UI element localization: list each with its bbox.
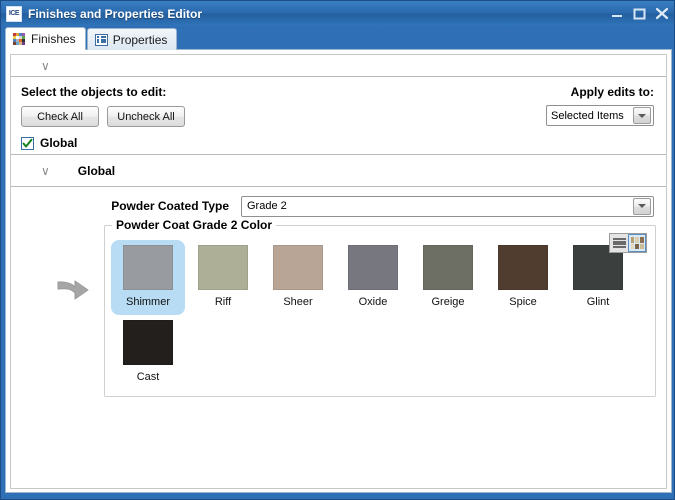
swatch-shimmer[interactable]: Shimmer	[111, 240, 185, 315]
global-group-title: Global	[77, 163, 116, 178]
color-swatch-grid: Shimmer Riff Sheer Oxide Greige Spice Gl…	[111, 240, 645, 390]
color-grid-icon	[13, 33, 26, 45]
apply-edits-dropdown[interactable]: Selected Items	[546, 105, 654, 126]
editor-panel: ∨ Select the objects to edit: Check All …	[10, 54, 667, 489]
swatch-chip-sheer[interactable]	[273, 245, 323, 290]
swatch-label-greige: Greige	[431, 296, 465, 308]
swatch-chip-spice[interactable]	[498, 245, 548, 290]
powder-coated-type-row: Powder Coated Type Grade 2	[11, 191, 666, 221]
application-window: ICE Finishes and Properties Editor Finis…	[0, 0, 675, 500]
swatch-label-spice: Spice	[509, 296, 537, 308]
swatch-chip-cast[interactable]	[123, 320, 173, 365]
window-controls	[611, 1, 669, 26]
tab-properties-label: Properties	[112, 32, 168, 47]
swatch-cast[interactable]: Cast	[111, 315, 185, 390]
title-bar: ICE Finishes and Properties Editor	[1, 1, 674, 26]
swatch-label-riff: Riff	[214, 296, 232, 308]
apply-edits-value: Selected Items	[551, 109, 624, 122]
uncheck-all-button[interactable]: Uncheck All	[107, 106, 185, 127]
swatch-riff[interactable]: Riff	[186, 240, 260, 315]
minimize-icon[interactable]	[611, 7, 624, 20]
swatch-label-sheer: Sheer	[283, 296, 313, 308]
list-view-icon[interactable]	[610, 234, 628, 252]
select-objects-section: Select the objects to edit: Check All Un…	[11, 77, 666, 155]
swatch-label-oxide: Oxide	[358, 296, 388, 308]
top-collapse-row: ∨	[11, 55, 666, 77]
swatch-greige[interactable]: Greige	[411, 240, 485, 315]
app-icon: ICE	[6, 5, 22, 22]
thumbnail-view-icon[interactable]	[628, 234, 646, 252]
global-group-header[interactable]: ∨ Global	[11, 155, 666, 187]
check-all-button[interactable]: Check All	[21, 106, 99, 127]
chevron-down-icon-powder[interactable]	[633, 197, 651, 215]
tab-properties[interactable]: Properties	[86, 28, 178, 50]
tab-finishes[interactable]: Finishes	[5, 27, 86, 50]
apply-edits-block: Apply edits to: Selected Items	[546, 85, 654, 126]
swatch-chip-greige[interactable]	[423, 245, 473, 290]
swatch-chip-oxide[interactable]	[348, 245, 398, 290]
global-checkbox-label: Global	[40, 136, 78, 150]
swatch-sheer[interactable]: Sheer	[261, 240, 335, 315]
global-checkbox[interactable]	[21, 136, 34, 150]
checkmark-icon	[22, 138, 33, 147]
powder-coated-type-dropdown[interactable]: Grade 2	[241, 195, 654, 217]
swatch-spice[interactable]: Spice	[486, 240, 560, 315]
list-icon	[94, 33, 108, 46]
powder-coat-color-group: Powder Coat Grade 2 Color Shimmer Riff S…	[104, 218, 656, 397]
powder-coat-color-legend: Powder Coat Grade 2 Color	[112, 218, 277, 232]
chevron-down-icon-apply[interactable]	[633, 107, 651, 124]
tab-finishes-label: Finishes	[31, 32, 76, 46]
arrow-pointer-icon	[56, 277, 92, 303]
swatch-chip-shimmer[interactable]	[123, 245, 173, 290]
swatch-label-shimmer: Shimmer	[125, 296, 170, 308]
powder-coated-type-value: Grade 2	[247, 200, 287, 212]
swatch-label-cast: Cast	[136, 371, 160, 383]
view-toggle	[609, 233, 647, 253]
close-icon[interactable]	[655, 7, 669, 20]
swatch-oxide[interactable]: Oxide	[336, 240, 410, 315]
powder-coated-type-label: Powder Coated Type	[111, 199, 229, 213]
client-area: ∨ Select the objects to edit: Check All …	[5, 49, 672, 493]
global-checkbox-row[interactable]: Global	[21, 136, 656, 150]
window-title: Finishes and Properties Editor	[28, 6, 203, 21]
chevron-down-icon-top[interactable]: ∨	[41, 60, 50, 72]
maximize-icon[interactable]	[633, 7, 646, 20]
tab-strip: Finishes Properties	[5, 27, 672, 50]
swatch-label-glint: Glint	[586, 296, 610, 308]
swatch-chip-riff[interactable]	[198, 245, 248, 290]
apply-edits-label: Apply edits to:	[570, 85, 654, 99]
chevron-down-icon-global[interactable]: ∨	[41, 165, 50, 177]
